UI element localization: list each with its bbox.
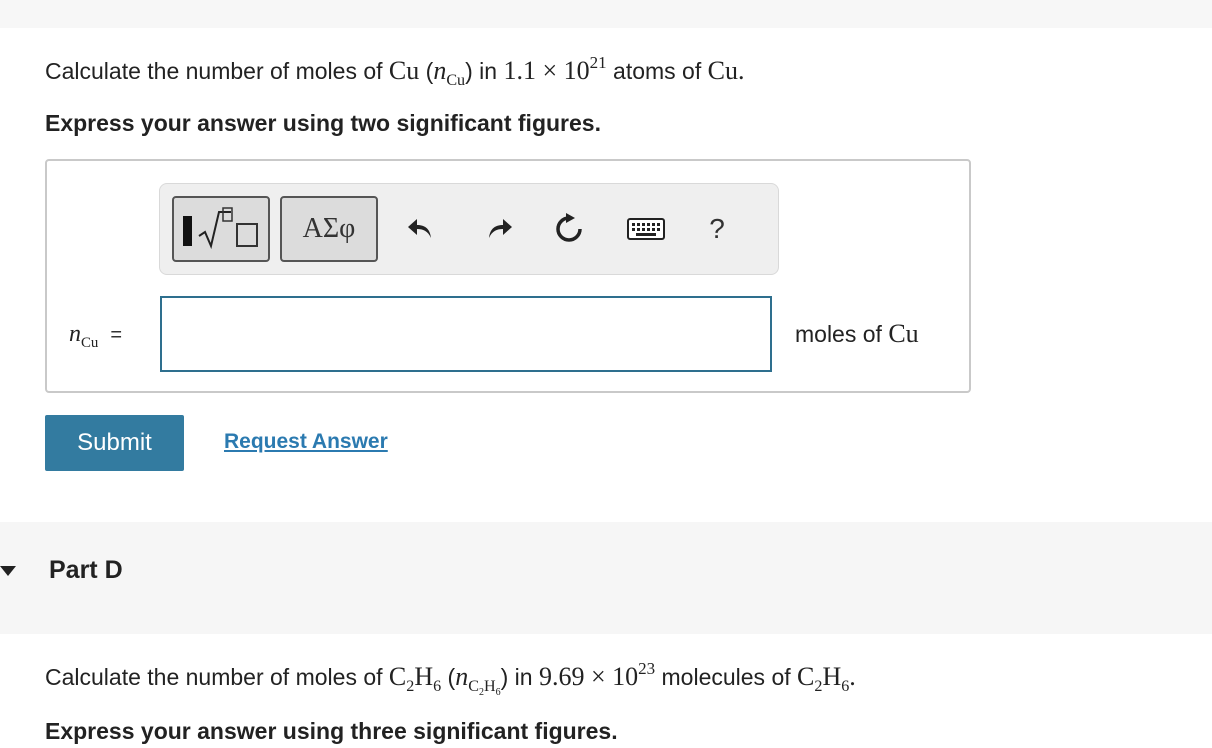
question-text: Calculate the number of moles of Cu (nCu… [45, 53, 745, 90]
templates-sqrt-icon [183, 207, 258, 250]
part-d-instruction-text: Express your answer using three signific… [45, 718, 618, 744]
help-button[interactable]: ? [700, 212, 734, 246]
reset-icon[interactable] [552, 212, 586, 246]
answer-input[interactable] [160, 296, 772, 372]
undo-icon[interactable] [404, 212, 438, 246]
redo-icon[interactable] [482, 212, 516, 246]
math-toolbar: ΑΣφ ? [159, 183, 779, 275]
answer-units: moles of Cu [795, 319, 919, 348]
submit-button[interactable]: Submit [45, 415, 184, 471]
greek-symbols-button[interactable]: ΑΣφ [280, 196, 378, 262]
top-band [0, 0, 1212, 28]
part-d-header[interactable] [0, 522, 1212, 634]
collapse-caret-icon[interactable] [0, 566, 16, 576]
request-answer-link[interactable]: Request Answer [224, 430, 388, 454]
templates-button[interactable] [172, 196, 270, 262]
part-d-title[interactable]: Part D [49, 556, 123, 585]
keyboard-icon[interactable] [626, 212, 666, 246]
answer-variable-label: nCu = [69, 321, 123, 351]
instruction-text: Express your answer using two significan… [45, 110, 601, 136]
answer-box: ΑΣφ ? nCu = moles of Cu [45, 159, 971, 393]
part-d-question-text: Calculate the number of moles of C2H6 (n… [45, 659, 856, 699]
